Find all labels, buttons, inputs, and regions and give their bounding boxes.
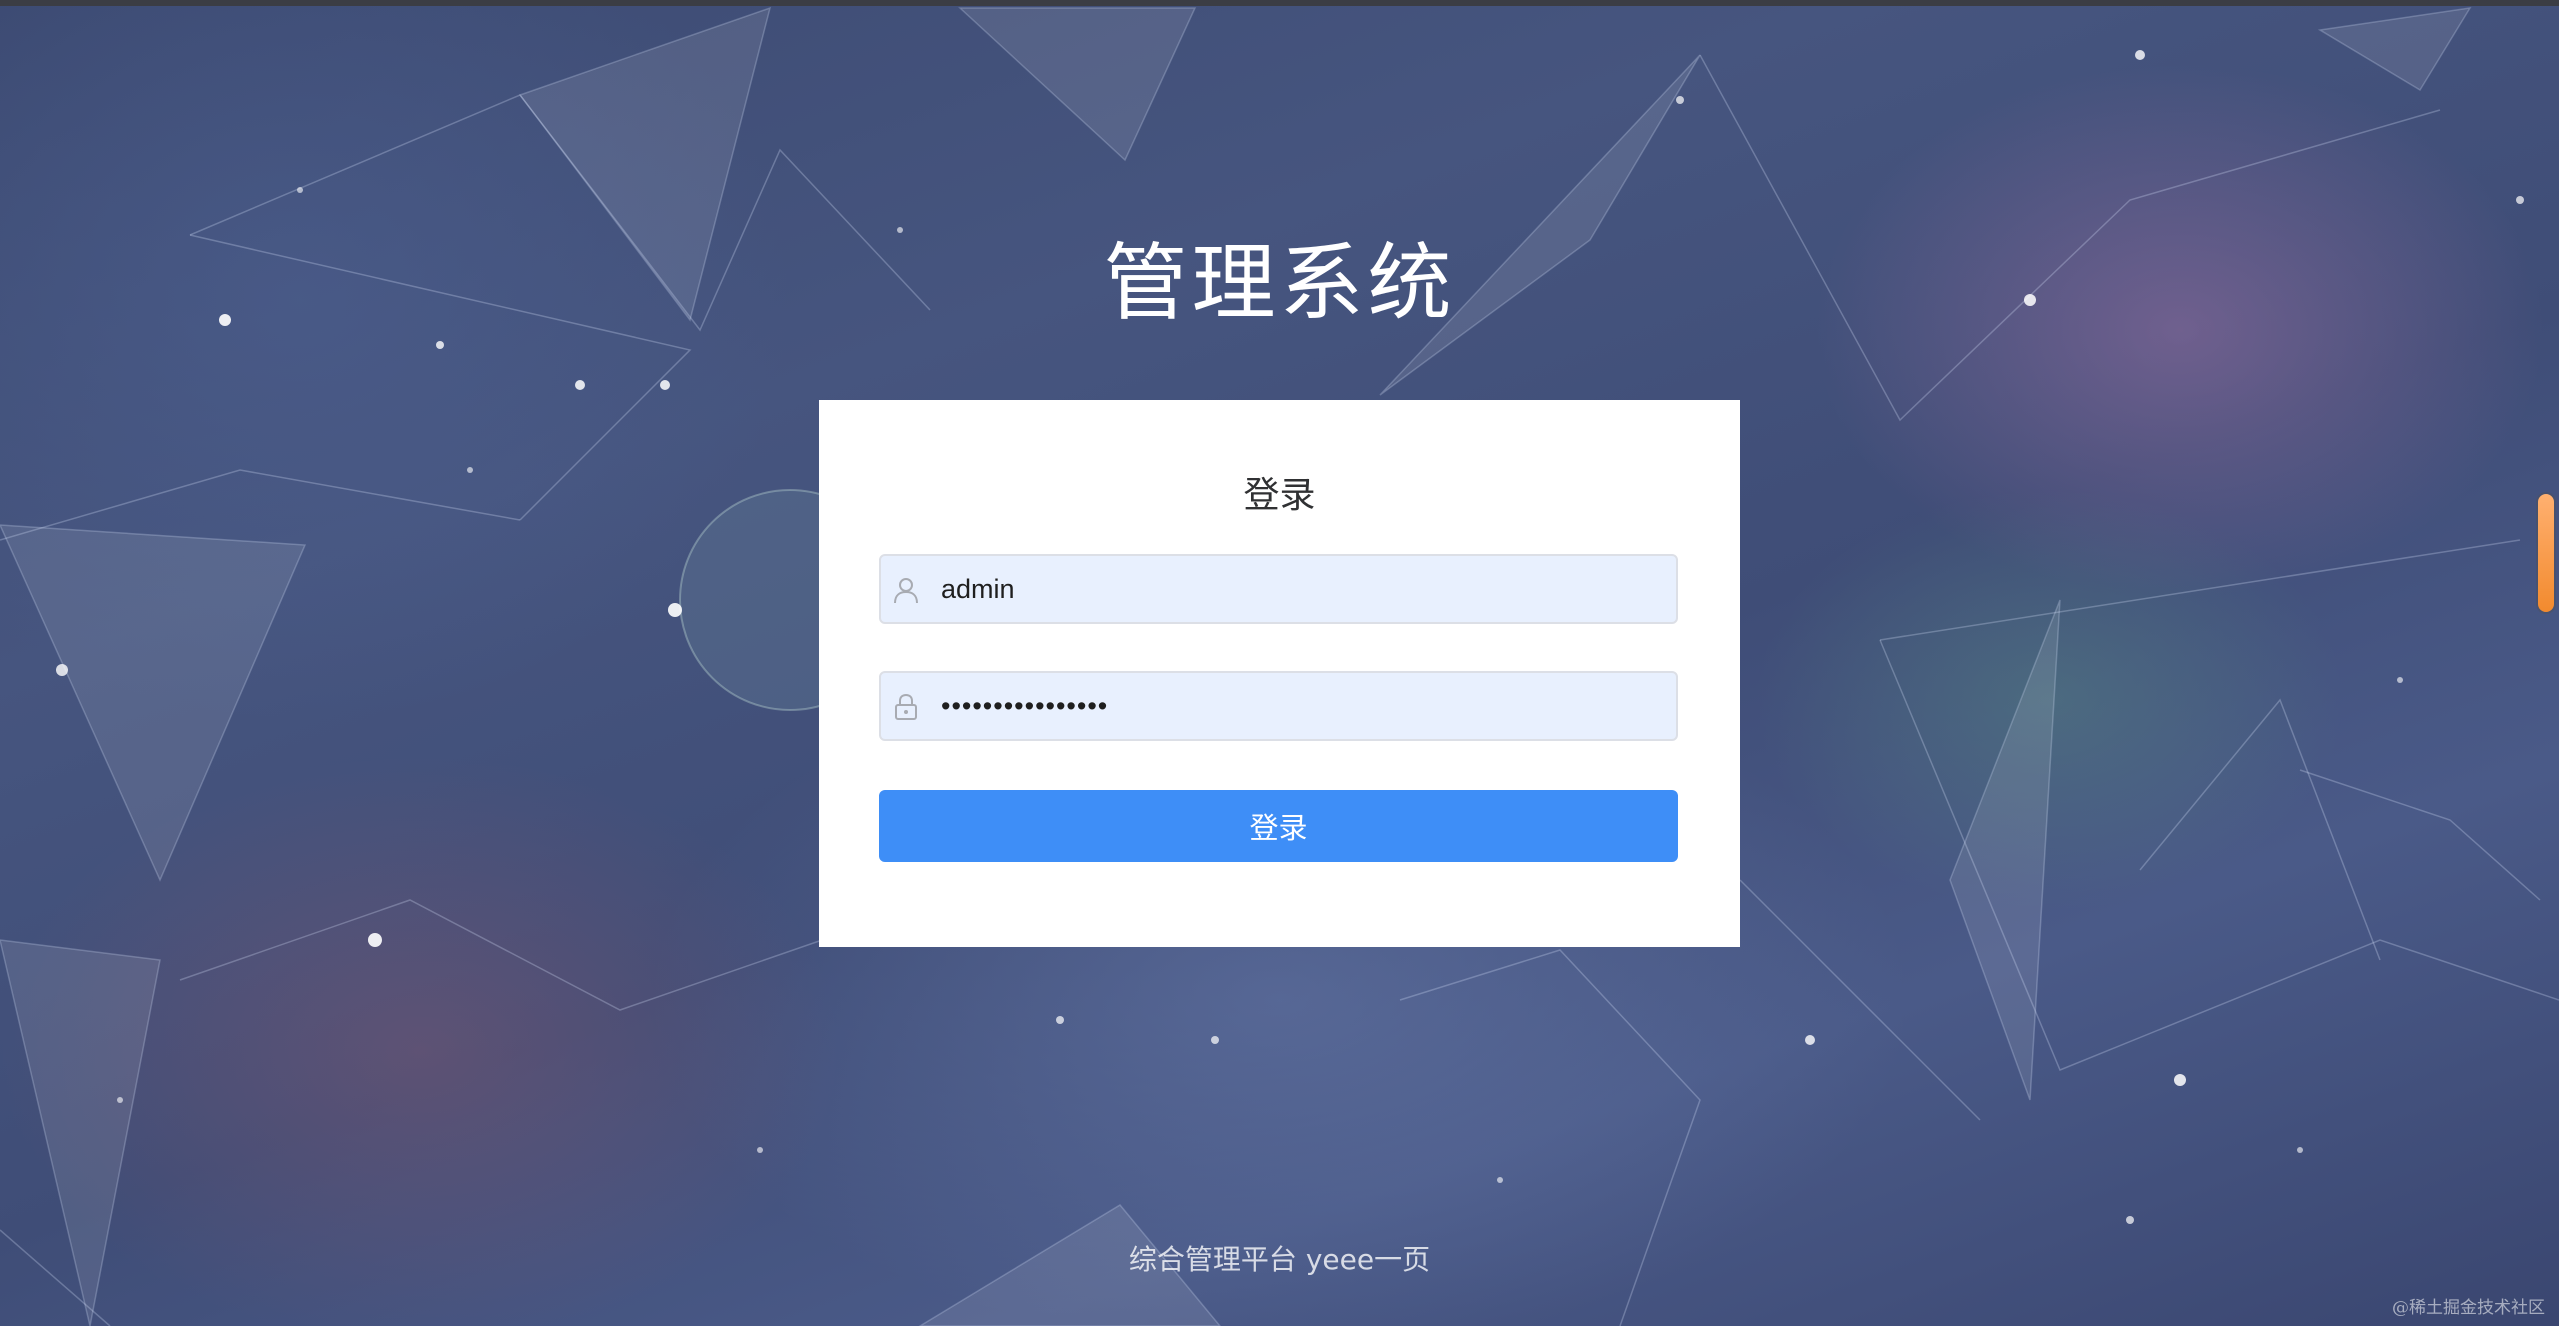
username-input[interactable] — [941, 556, 1661, 622]
lock-icon — [895, 693, 917, 720]
login-card: 登录 登录 — [819, 400, 1740, 947]
scrollbar-handle[interactable] — [2538, 494, 2554, 612]
username-field[interactable] — [879, 554, 1678, 624]
login-page: 管理系统 登录 登录 综合管理平台 yeee一页 @稀土掘金技术社区 — [0, 0, 2559, 1326]
footer-text: 综合管理平台 yeee一页 — [1128, 1243, 1431, 1276]
login-heading: 登录 — [1243, 475, 1316, 516]
watermark: @稀土掘金技术社区 — [2392, 1298, 2545, 1318]
password-field[interactable] — [879, 671, 1678, 741]
app-title: 管理系统 — [1103, 234, 1456, 332]
login-button[interactable]: 登录 — [879, 790, 1678, 862]
user-icon — [894, 578, 918, 604]
password-input[interactable] — [941, 673, 1661, 739]
